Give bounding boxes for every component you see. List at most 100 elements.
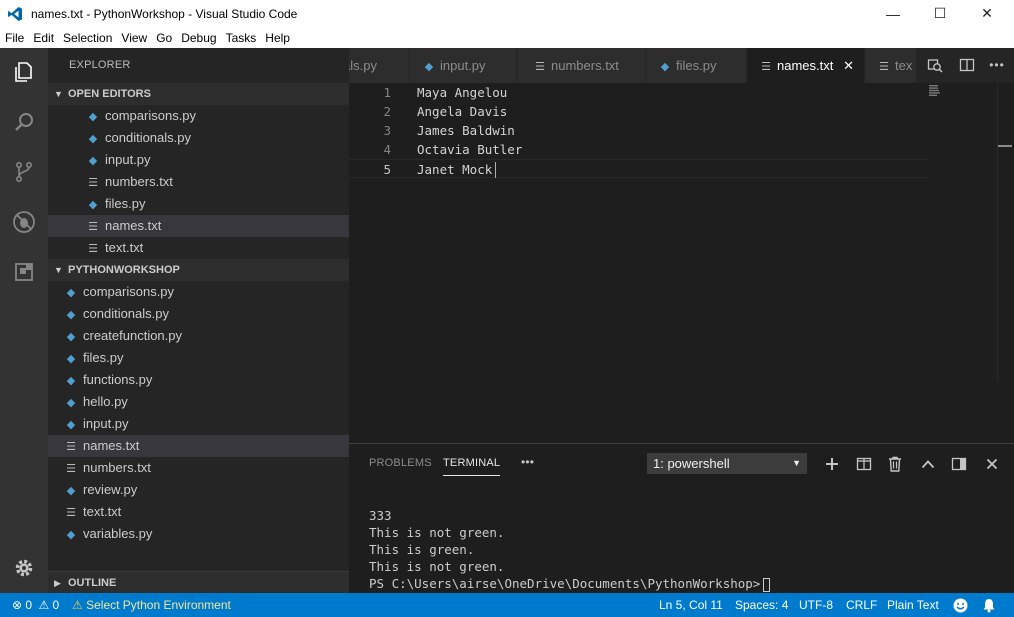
file-label: text.txt — [105, 240, 144, 255]
python-env-label: Select Python Environment — [86, 598, 231, 612]
file-item[interactable]: ◆ review.py — [48, 479, 349, 501]
file-label: comparisons.py — [83, 284, 175, 299]
minimap[interactable] — [929, 85, 943, 97]
menu-go[interactable]: Go — [156, 31, 172, 45]
vertical-scrollbar[interactable] — [997, 83, 1012, 381]
close-tab-icon[interactable]: ✕ — [843, 48, 854, 83]
settings-gear-icon[interactable] — [0, 544, 48, 592]
menu-file[interactable]: File — [5, 31, 24, 45]
open-editor-item[interactable]: ◆ conditionals.py — [48, 127, 349, 149]
file-label: conditionals.py — [83, 306, 169, 321]
maximize-button[interactable]: ☐ — [917, 0, 963, 27]
new-terminal-icon[interactable] — [822, 454, 842, 474]
problems-status[interactable]: ⊗ 0 ⚠ 0 — [12, 593, 59, 617]
tab-numbers[interactable]: ☰ numbers.txt — [517, 48, 646, 83]
tab-terminal[interactable]: TERMINAL — [443, 457, 501, 476]
file-item[interactable]: ◆ createfunction.py — [48, 325, 349, 347]
menu-debug[interactable]: Debug — [181, 31, 216, 45]
menu-edit[interactable]: Edit — [33, 31, 54, 45]
dropdown-arrow-icon: ▼ — [792, 458, 801, 468]
status-bar: ⊗ 0 ⚠ 0 ⚠ Select Python Environment Ln 5… — [0, 593, 1014, 617]
text-file-icon: ☰ — [66, 463, 76, 475]
tab-cut-python[interactable]: als.py — [349, 48, 410, 83]
terminal-select[interactable]: 1: powershell ▼ — [647, 453, 807, 474]
file-item[interactable]: ☰ numbers.txt — [48, 457, 349, 479]
file-item[interactable]: ◆ comparisons.py — [48, 281, 349, 303]
debug-icon[interactable] — [0, 198, 48, 246]
more-actions-icon[interactable]: ••• — [988, 56, 1006, 74]
python-env-status[interactable]: ⚠ Select Python Environment — [72, 593, 231, 617]
terminal-prompt-line[interactable]: PS C:\Users\airse\OneDrive\Documents\Pyt… — [369, 575, 771, 592]
notifications-bell-icon[interactable] — [982, 593, 996, 617]
line-number: 2 — [383, 104, 391, 119]
menu-help[interactable]: Help — [265, 31, 290, 45]
tab-problems[interactable]: PROBLEMS — [369, 457, 432, 469]
split-terminal-icon[interactable] — [854, 454, 874, 474]
chevron-down-icon: ▼ — [54, 89, 63, 99]
tab-label: tex — [895, 58, 913, 73]
trash-icon[interactable] — [885, 454, 905, 474]
menu-tasks[interactable]: Tasks — [226, 31, 257, 45]
open-editor-item[interactable]: ☰ numbers.txt — [48, 171, 349, 193]
python-file-icon: ◆ — [66, 529, 76, 541]
close-panel-icon[interactable] — [982, 454, 1002, 474]
cursor-position-status[interactable]: Ln 5, Col 11 — [659, 593, 723, 617]
file-item[interactable]: ◆ files.py — [48, 347, 349, 369]
indentation-status[interactable]: Spaces: 4 — [735, 593, 788, 617]
text-file-icon: ☰ — [66, 507, 76, 519]
menu-view[interactable]: View — [121, 31, 147, 45]
open-editor-item[interactable]: ◆ files.py — [48, 193, 349, 215]
file-label: files.py — [105, 196, 146, 211]
terminal-cursor — [763, 577, 771, 592]
open-editor-item-selected[interactable]: ☰ names.txt — [48, 215, 349, 237]
python-file-icon: ◆ — [88, 133, 98, 145]
open-editors-header[interactable]: ▼ OPEN EDITORS — [48, 83, 349, 105]
tab-names-active[interactable]: ☰ names.txt ✕ — [747, 48, 865, 83]
open-editor-item[interactable]: ◆ comparisons.py — [48, 105, 349, 127]
feedback-smiley-icon[interactable] — [953, 593, 968, 617]
editor-line: 1 Maya Angelou — [349, 83, 929, 102]
eol-status[interactable]: CRLF — [846, 593, 877, 617]
open-editor-item[interactable]: ☰ text.txt — [48, 237, 349, 259]
toggle-panel-position-icon[interactable] — [949, 454, 969, 474]
menu-selection[interactable]: Selection — [63, 31, 112, 45]
panel-more-icon[interactable]: ••• — [521, 455, 534, 469]
file-item[interactable]: ☰ text.txt — [48, 501, 349, 523]
split-editor-icon[interactable] — [958, 56, 976, 74]
line-text: Janet Mock — [417, 162, 493, 177]
maximize-panel-icon[interactable] — [918, 454, 938, 474]
explorer-icon[interactable] — [0, 48, 48, 96]
search-icon[interactable] — [0, 98, 48, 146]
terminal-output-line: This is not green. — [369, 559, 505, 574]
file-item[interactable]: ◆ hello.py — [48, 391, 349, 413]
line-number: 1 — [383, 85, 391, 100]
terminal-prompt: PS C:\Users\airse\OneDrive\Documents\Pyt… — [369, 576, 761, 591]
error-count: 0 — [25, 598, 33, 612]
language-mode-status[interactable]: Plain Text — [887, 593, 939, 617]
file-label: variables.py — [83, 526, 153, 541]
source-control-icon[interactable] — [0, 148, 48, 196]
bottom-panel: PROBLEMS TERMINAL ••• 1: powershell ▼ 33… — [349, 443, 1014, 593]
outline-header[interactable]: ▶ OUTLINE — [48, 571, 349, 593]
python-file-icon: ◆ — [66, 397, 76, 409]
file-label: names.txt — [83, 438, 140, 453]
workspace-header[interactable]: ▼ PYTHONWORKSHOP — [48, 259, 349, 281]
file-item[interactable]: ◆ conditionals.py — [48, 303, 349, 325]
line-number: 5 — [383, 162, 391, 177]
text-editor[interactable]: 1 Maya Angelou 2 Angela Davis 3 James Ba… — [349, 83, 1014, 443]
window-title: names.txt - PythonWorkshop - Visual Stud… — [31, 6, 298, 21]
file-item[interactable]: ◆ input.py — [48, 413, 349, 435]
close-window-button[interactable]: ✕ — [964, 0, 1010, 27]
terminal-output-line: This is not green. — [369, 525, 505, 540]
tab-files[interactable]: ◆ files.py — [646, 48, 747, 83]
minimize-button[interactable]: — — [870, 0, 916, 27]
file-item-selected[interactable]: ☰ names.txt — [48, 435, 349, 457]
extensions-icon[interactable] — [0, 248, 48, 296]
tab-input[interactable]: ◆ input.py — [410, 48, 517, 83]
file-item[interactable]: ◆ functions.py — [48, 369, 349, 391]
file-label: files.py — [83, 350, 124, 365]
open-changes-icon[interactable] — [926, 56, 944, 74]
open-editor-item[interactable]: ◆ input.py — [48, 149, 349, 171]
encoding-status[interactable]: UTF-8 — [799, 593, 833, 617]
file-item[interactable]: ◆ variables.py — [48, 523, 349, 545]
